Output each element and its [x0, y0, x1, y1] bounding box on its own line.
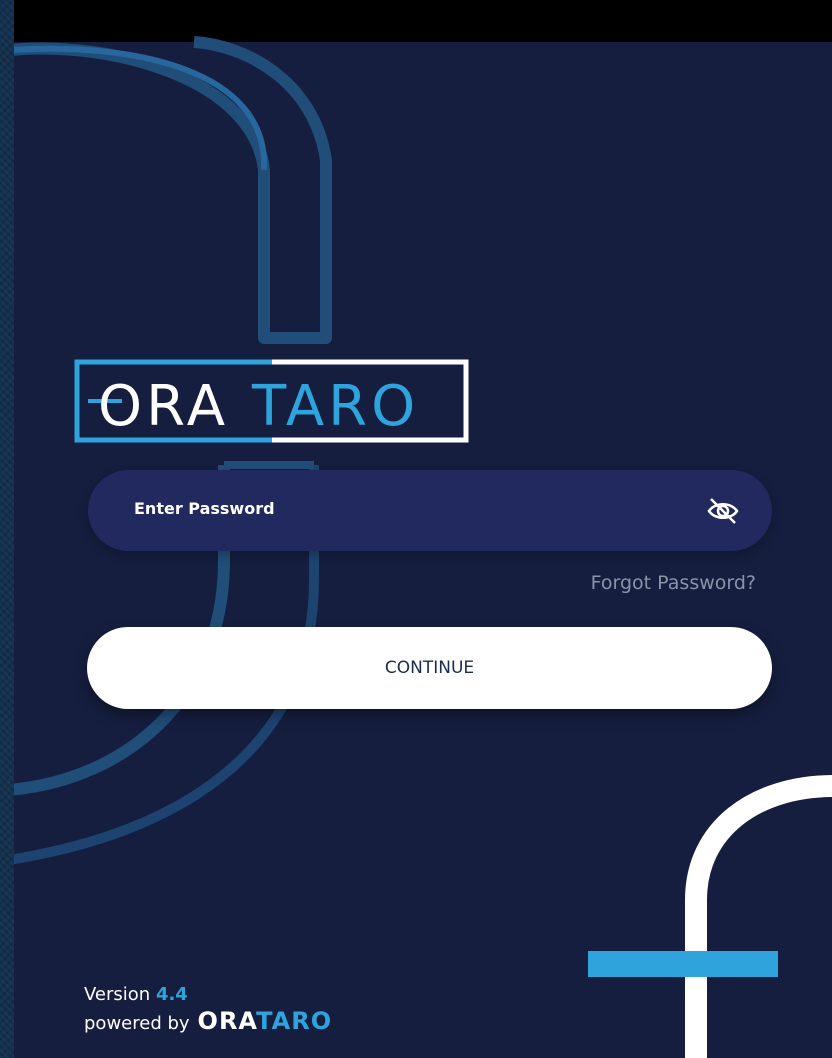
- forgot-password-link[interactable]: Forgot Password?: [591, 572, 756, 594]
- password-placeholder: Enter Password: [134, 499, 275, 518]
- continue-button[interactable]: CONTINUE: [87, 627, 772, 709]
- password-field[interactable]: Enter Password: [88, 470, 772, 551]
- login-screen: ORA TARO Enter Password Forgot Password?…: [14, 0, 832, 1058]
- footer-brand-right: TARO: [256, 1007, 333, 1035]
- version-row: Version 4.4: [84, 982, 332, 1008]
- footer-brand-logo: ORATARO: [198, 1008, 333, 1034]
- version-number: 4.4: [155, 984, 188, 1005]
- logo-text-right: TARO: [251, 374, 419, 439]
- footer-brand-left: ORA: [197, 1007, 257, 1035]
- orataro-logo: ORA TARO: [74, 359, 469, 443]
- footer: Version 4.4 powered by ORATARO: [84, 982, 332, 1037]
- powered-by-row: powered by ORATARO: [84, 1008, 332, 1037]
- eye-off-icon[interactable]: [706, 494, 740, 528]
- version-label: Version: [84, 984, 151, 1005]
- powered-by-label: powered by: [84, 1013, 190, 1034]
- logo-text-left: ORA: [98, 374, 229, 439]
